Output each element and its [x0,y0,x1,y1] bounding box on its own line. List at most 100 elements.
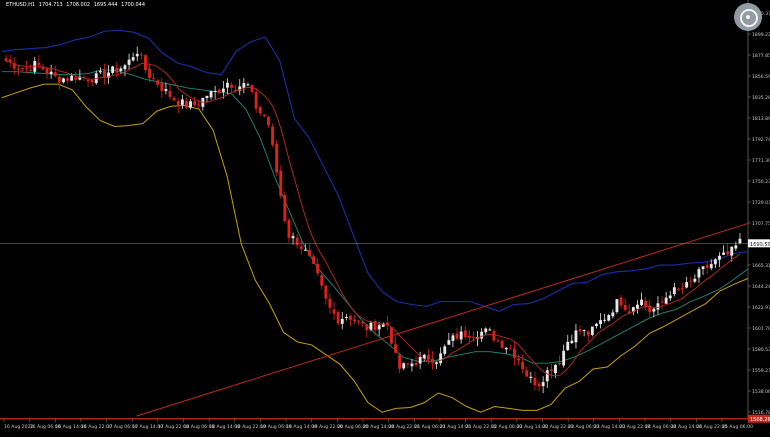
candle-body [619,297,623,306]
chart-canvas[interactable]: 1690.5901508.2621920.3701899.2241877.850… [0,0,770,433]
candle-body [414,362,418,365]
candle-body [369,322,373,330]
candle-body [558,363,561,365]
candle-body [705,264,709,268]
candle-body [529,376,533,379]
candle-body [603,319,607,321]
price-tick-label: 1707.758 [752,221,770,227]
candle-body [226,82,229,88]
candle-body [242,83,246,88]
candle-body [500,340,504,349]
candle-body [513,348,516,359]
candle-body [119,68,123,71]
candle-body [640,299,643,306]
candle-body [340,318,344,324]
candle-body [127,59,131,65]
candle-body [103,70,106,78]
candle-body [426,354,430,360]
candle-body [574,330,578,343]
price-tick-label: 1877.850 [752,53,770,59]
candle-body [283,194,287,222]
crosshair-icon[interactable] [734,3,762,31]
price-tick-label: 1835.286 [752,95,770,101]
lower-band-line [1,83,749,413]
candle-body [693,278,697,282]
candle-body [320,275,324,286]
candle-body [262,114,266,117]
candle-body [484,328,488,333]
candle-body [267,116,270,126]
candle-body [685,282,689,288]
candle-body [205,95,209,99]
candle-body [131,57,135,61]
candle-body [467,335,471,338]
candle-body [86,79,90,82]
candle-body [541,382,545,387]
candle-body [168,90,172,97]
candle-body [660,301,664,303]
candle-body [246,84,250,86]
price-tick-label: 1686.513 [752,242,770,248]
candle-body [193,101,197,105]
candle-body [144,55,147,71]
candle-body [209,91,213,98]
candle-body [353,319,356,322]
candle-body [443,346,447,354]
candle-body [16,68,20,70]
close-value: 1700.044 [121,2,145,8]
candle-body [70,75,74,81]
candle-body [644,300,648,307]
candle-body [517,358,520,361]
candle-body [734,245,738,249]
price-tick-label: 1856.596 [752,74,770,80]
candle-body [533,377,537,386]
candle-body [615,299,619,313]
candle-body [291,236,295,239]
candle-body [213,90,217,92]
candle-body [336,312,340,324]
candle-body [349,315,352,320]
candle-body [221,88,225,93]
low-value: 1695.444 [93,2,118,8]
crosshair-dot [746,15,750,19]
time-tick-label: 25 Aug 06:00 [722,424,753,430]
candle-body [472,336,475,338]
candle-body [545,370,549,382]
candle-body [599,320,602,325]
candle-body [148,68,151,78]
candle-body [623,304,627,310]
candle-body [25,68,28,70]
candle-body [672,287,676,295]
candle-body [570,340,574,344]
candle-body [537,383,541,387]
candle-body [287,219,291,238]
candle-body [377,325,381,330]
candle-body [701,266,705,270]
candle-body [250,85,254,92]
price-tick-label: 1771.390 [752,158,770,164]
candle-body [160,83,164,91]
high-value: 1708.002 [66,2,91,8]
candle-body [554,364,557,374]
price-tick-label: 1516.784 [752,410,770,416]
candle-body [324,285,328,299]
candle-body [230,84,233,88]
candle-body [357,320,361,322]
candle-body [4,58,8,62]
candle-body [677,288,680,290]
candle-body [689,280,693,282]
candle-body [709,264,713,269]
candle-body [152,77,156,79]
price-tick-label: 1750.233 [752,179,770,185]
candle-body [566,341,570,351]
candle-body [66,78,69,81]
candle-body [586,331,590,336]
trading-chart[interactable]: 1690.5901508.2621920.3701899.2241877.850… [0,0,770,433]
candle-body [74,77,78,80]
support-price-label: 1508.262 [750,417,770,423]
candle-body [258,106,262,114]
candle-body [463,330,467,338]
candle-body [279,170,283,196]
candle-body [582,330,586,332]
candle-body [652,308,656,312]
